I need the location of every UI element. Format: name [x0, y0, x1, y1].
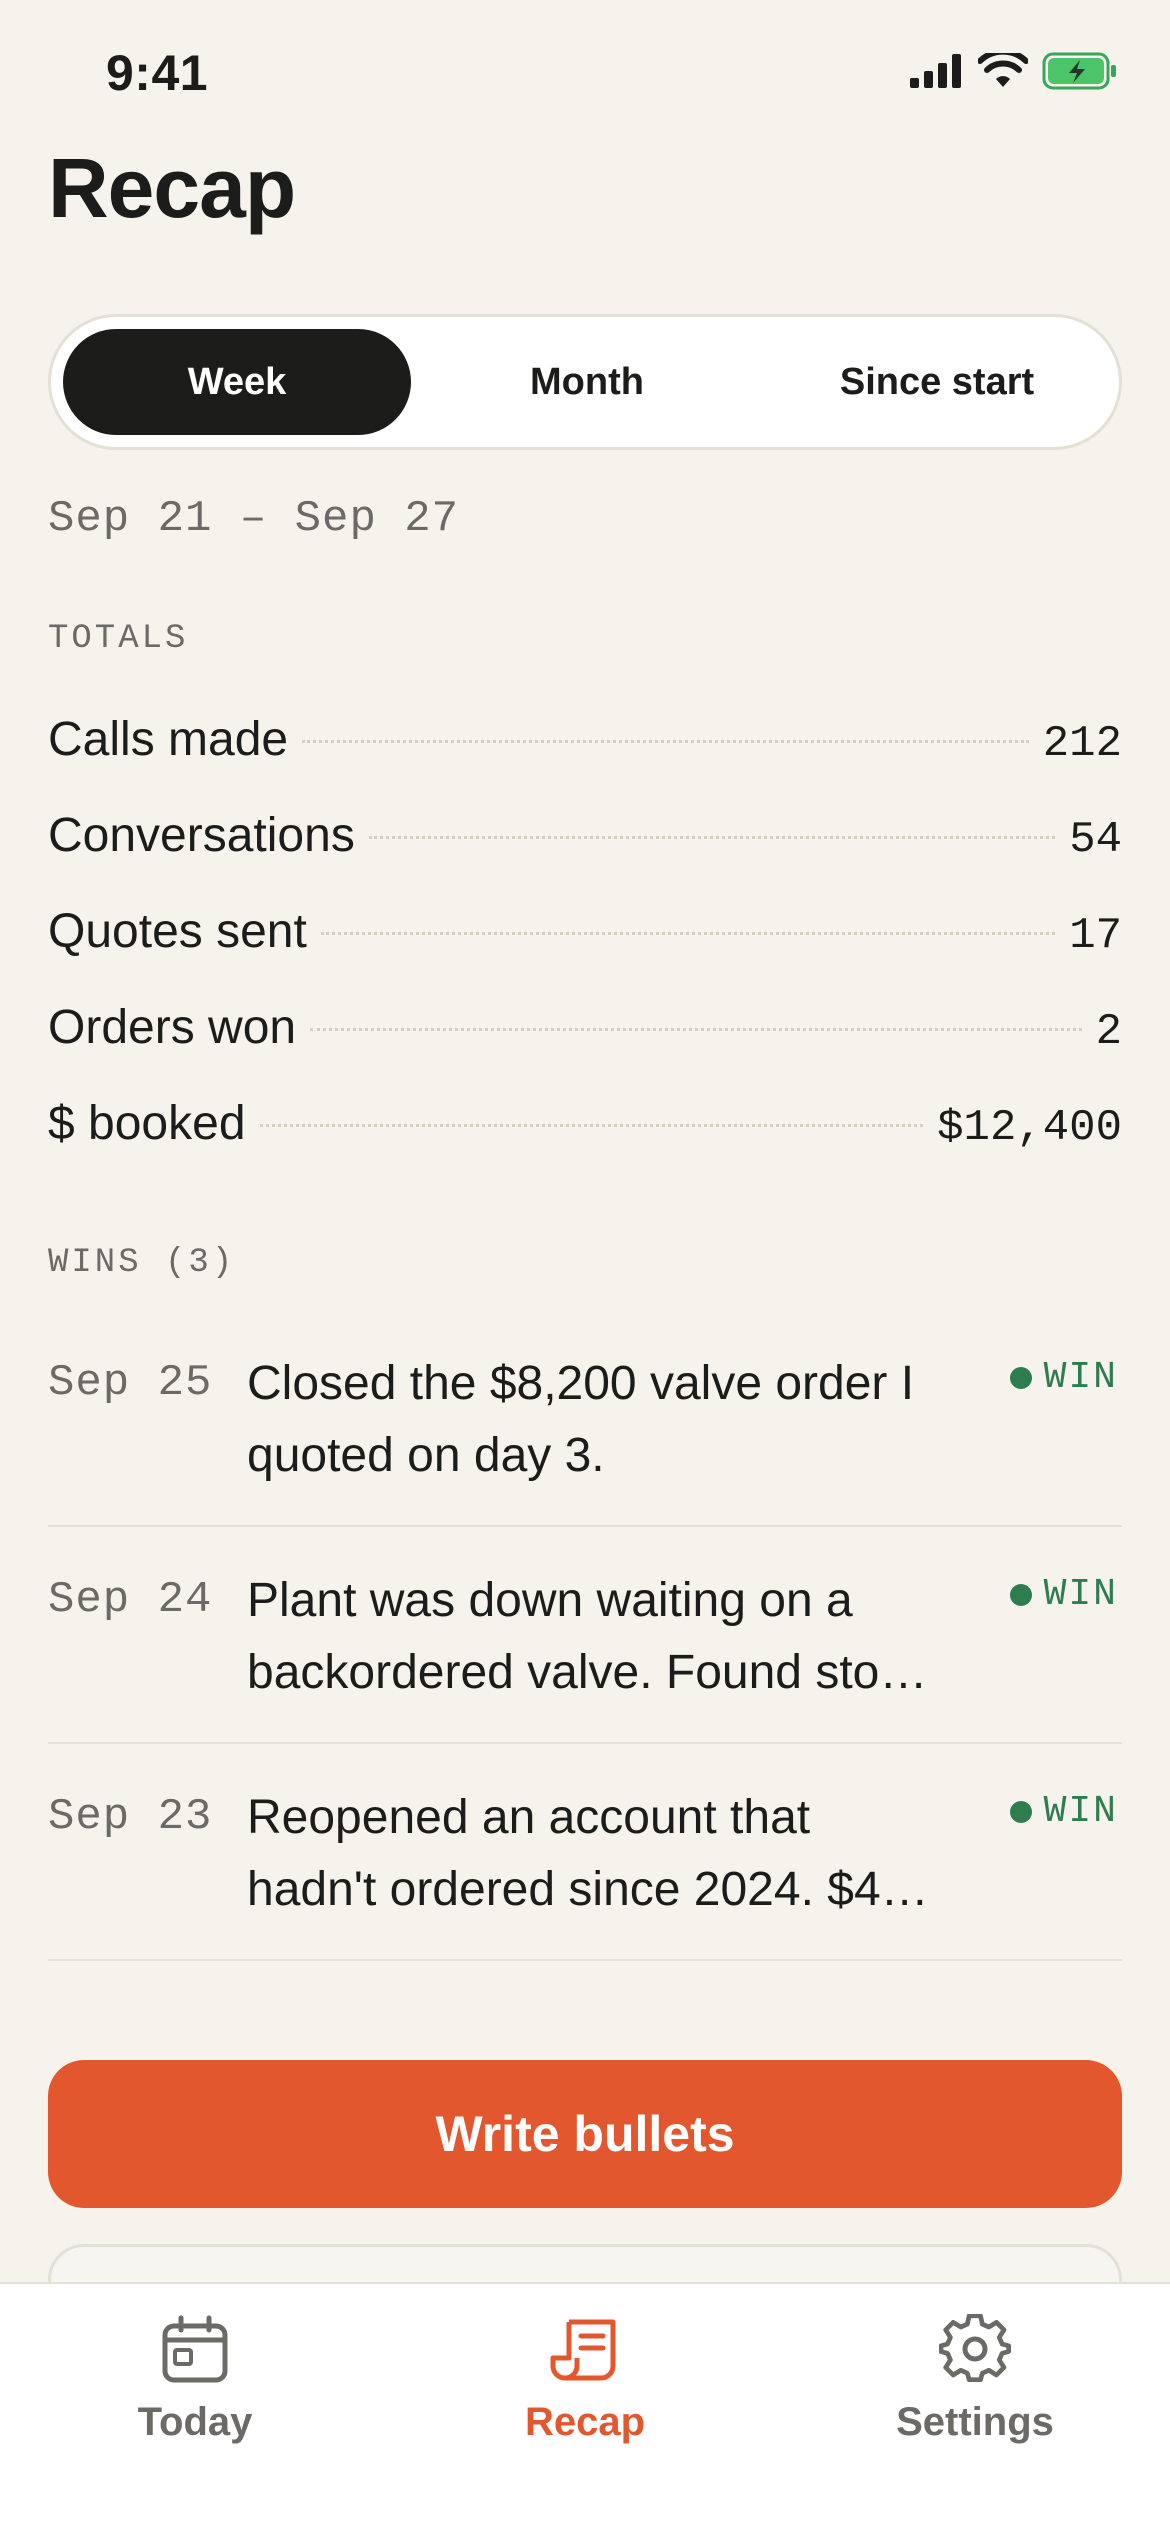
write-bullets-button[interactable]: Write bullets	[48, 2060, 1122, 2208]
segment-since-start[interactable]: Since start	[763, 329, 1111, 435]
total-value: 212	[1042, 719, 1122, 769]
total-row-calls: Calls made 212	[48, 700, 1122, 796]
wifi-icon	[978, 53, 1028, 87]
win-text-line: backordered valve. Found sto…	[247, 1646, 928, 1699]
win-text-line: quoted on day 3.	[247, 1429, 605, 1482]
status-time: 9:41	[106, 45, 209, 101]
wins-list: Sep 25 Closed the $8,200 valve order I q…	[48, 1310, 1122, 1961]
total-value: 17	[1069, 911, 1122, 961]
date-range: Sep 21 – Sep 27	[48, 494, 460, 544]
calendar-icon	[162, 2315, 228, 2383]
tab-today[interactable]: Today	[45, 2314, 345, 2445]
win-list-item[interactable]: Sep 25 Closed the $8,200 valve order I q…	[48, 1310, 1122, 1527]
dotted-leader	[302, 740, 1029, 743]
status-dot-icon	[1009, 1366, 1032, 1389]
win-text-line: Reopened an account that	[247, 1791, 811, 1844]
tab-recap[interactable]: Recap	[435, 2314, 735, 2445]
status-icons	[910, 52, 1118, 90]
status-dot-icon	[1009, 1583, 1032, 1606]
page-title: Recap	[48, 141, 296, 235]
tab-label: Today	[137, 2400, 253, 2444]
win-text-line: Plant was down waiting on a	[247, 1574, 853, 1627]
win-text: Plant was down waiting on a backordered …	[247, 1565, 1027, 1709]
totals-list: Calls made 212 Conversations 54 Quotes s…	[48, 700, 1122, 1180]
win-date: Sep 24	[48, 1575, 213, 1625]
cellular-signal-icon	[910, 54, 961, 88]
tab-settings[interactable]: Settings	[825, 2314, 1125, 2445]
total-row-orders: Orders won 2	[48, 988, 1122, 1084]
win-list-item[interactable]: Sep 24 Plant was down waiting on a backo…	[48, 1527, 1122, 1744]
tab-label: Settings	[896, 2400, 1054, 2444]
total-label: Conversations	[48, 809, 355, 862]
wins-section-label: WINS (3)	[48, 1244, 236, 1282]
win-badge-label: WIN	[1043, 1790, 1118, 1833]
win-text: Closed the $8,200 valve order I quoted o…	[247, 1348, 1027, 1492]
total-label: $ booked	[48, 1097, 246, 1150]
totals-section-label: TOTALS	[48, 620, 189, 658]
total-label: Quotes sent	[48, 905, 307, 958]
win-badge: WIN	[1009, 1573, 1118, 1616]
win-date: Sep 25	[48, 1358, 213, 1408]
segment-week[interactable]: Week	[63, 329, 411, 435]
gear-icon	[939, 2314, 1011, 2383]
win-text-line: hadn't ordered since 2024. $4…	[247, 1863, 929, 1916]
total-value: 54	[1069, 815, 1122, 865]
receipt-icon	[550, 2319, 616, 2381]
tab-bar: Today Recap Settings	[0, 2282, 1170, 2532]
period-segmented-control: Week Month Since start	[48, 314, 1122, 450]
win-badge: WIN	[1009, 1790, 1118, 1833]
win-badge: WIN	[1009, 1356, 1118, 1399]
total-value: $12,400	[937, 1103, 1122, 1153]
total-row-quotes: Quotes sent 17	[48, 892, 1122, 988]
total-value: 2	[1095, 1007, 1122, 1057]
total-label: Orders won	[48, 1001, 297, 1054]
tab-label: Recap	[524, 2400, 646, 2444]
win-badge-label: WIN	[1043, 1573, 1118, 1616]
battery-charging-icon	[1042, 52, 1116, 90]
dotted-leader	[320, 932, 1056, 935]
win-text: Reopened an account that hadn't ordered …	[247, 1782, 1027, 1926]
win-date: Sep 23	[48, 1792, 213, 1842]
dotted-leader	[259, 1124, 924, 1127]
win-list-item[interactable]: Sep 23 Reopened an account that hadn't o…	[48, 1744, 1122, 1961]
total-row-conversations: Conversations 54	[48, 796, 1122, 892]
win-text-line: Closed the $8,200 valve order I	[247, 1357, 915, 1410]
dotted-leader	[368, 836, 1056, 839]
status-bar: 9:41	[0, 0, 1170, 150]
total-row-booked: $ booked $12,400	[48, 1084, 1122, 1180]
status-dot-icon	[1009, 1800, 1032, 1823]
total-label: Calls made	[48, 713, 289, 766]
segment-month[interactable]: Month	[413, 329, 761, 435]
win-badge-label: WIN	[1043, 1356, 1118, 1399]
dotted-leader	[310, 1028, 1082, 1031]
